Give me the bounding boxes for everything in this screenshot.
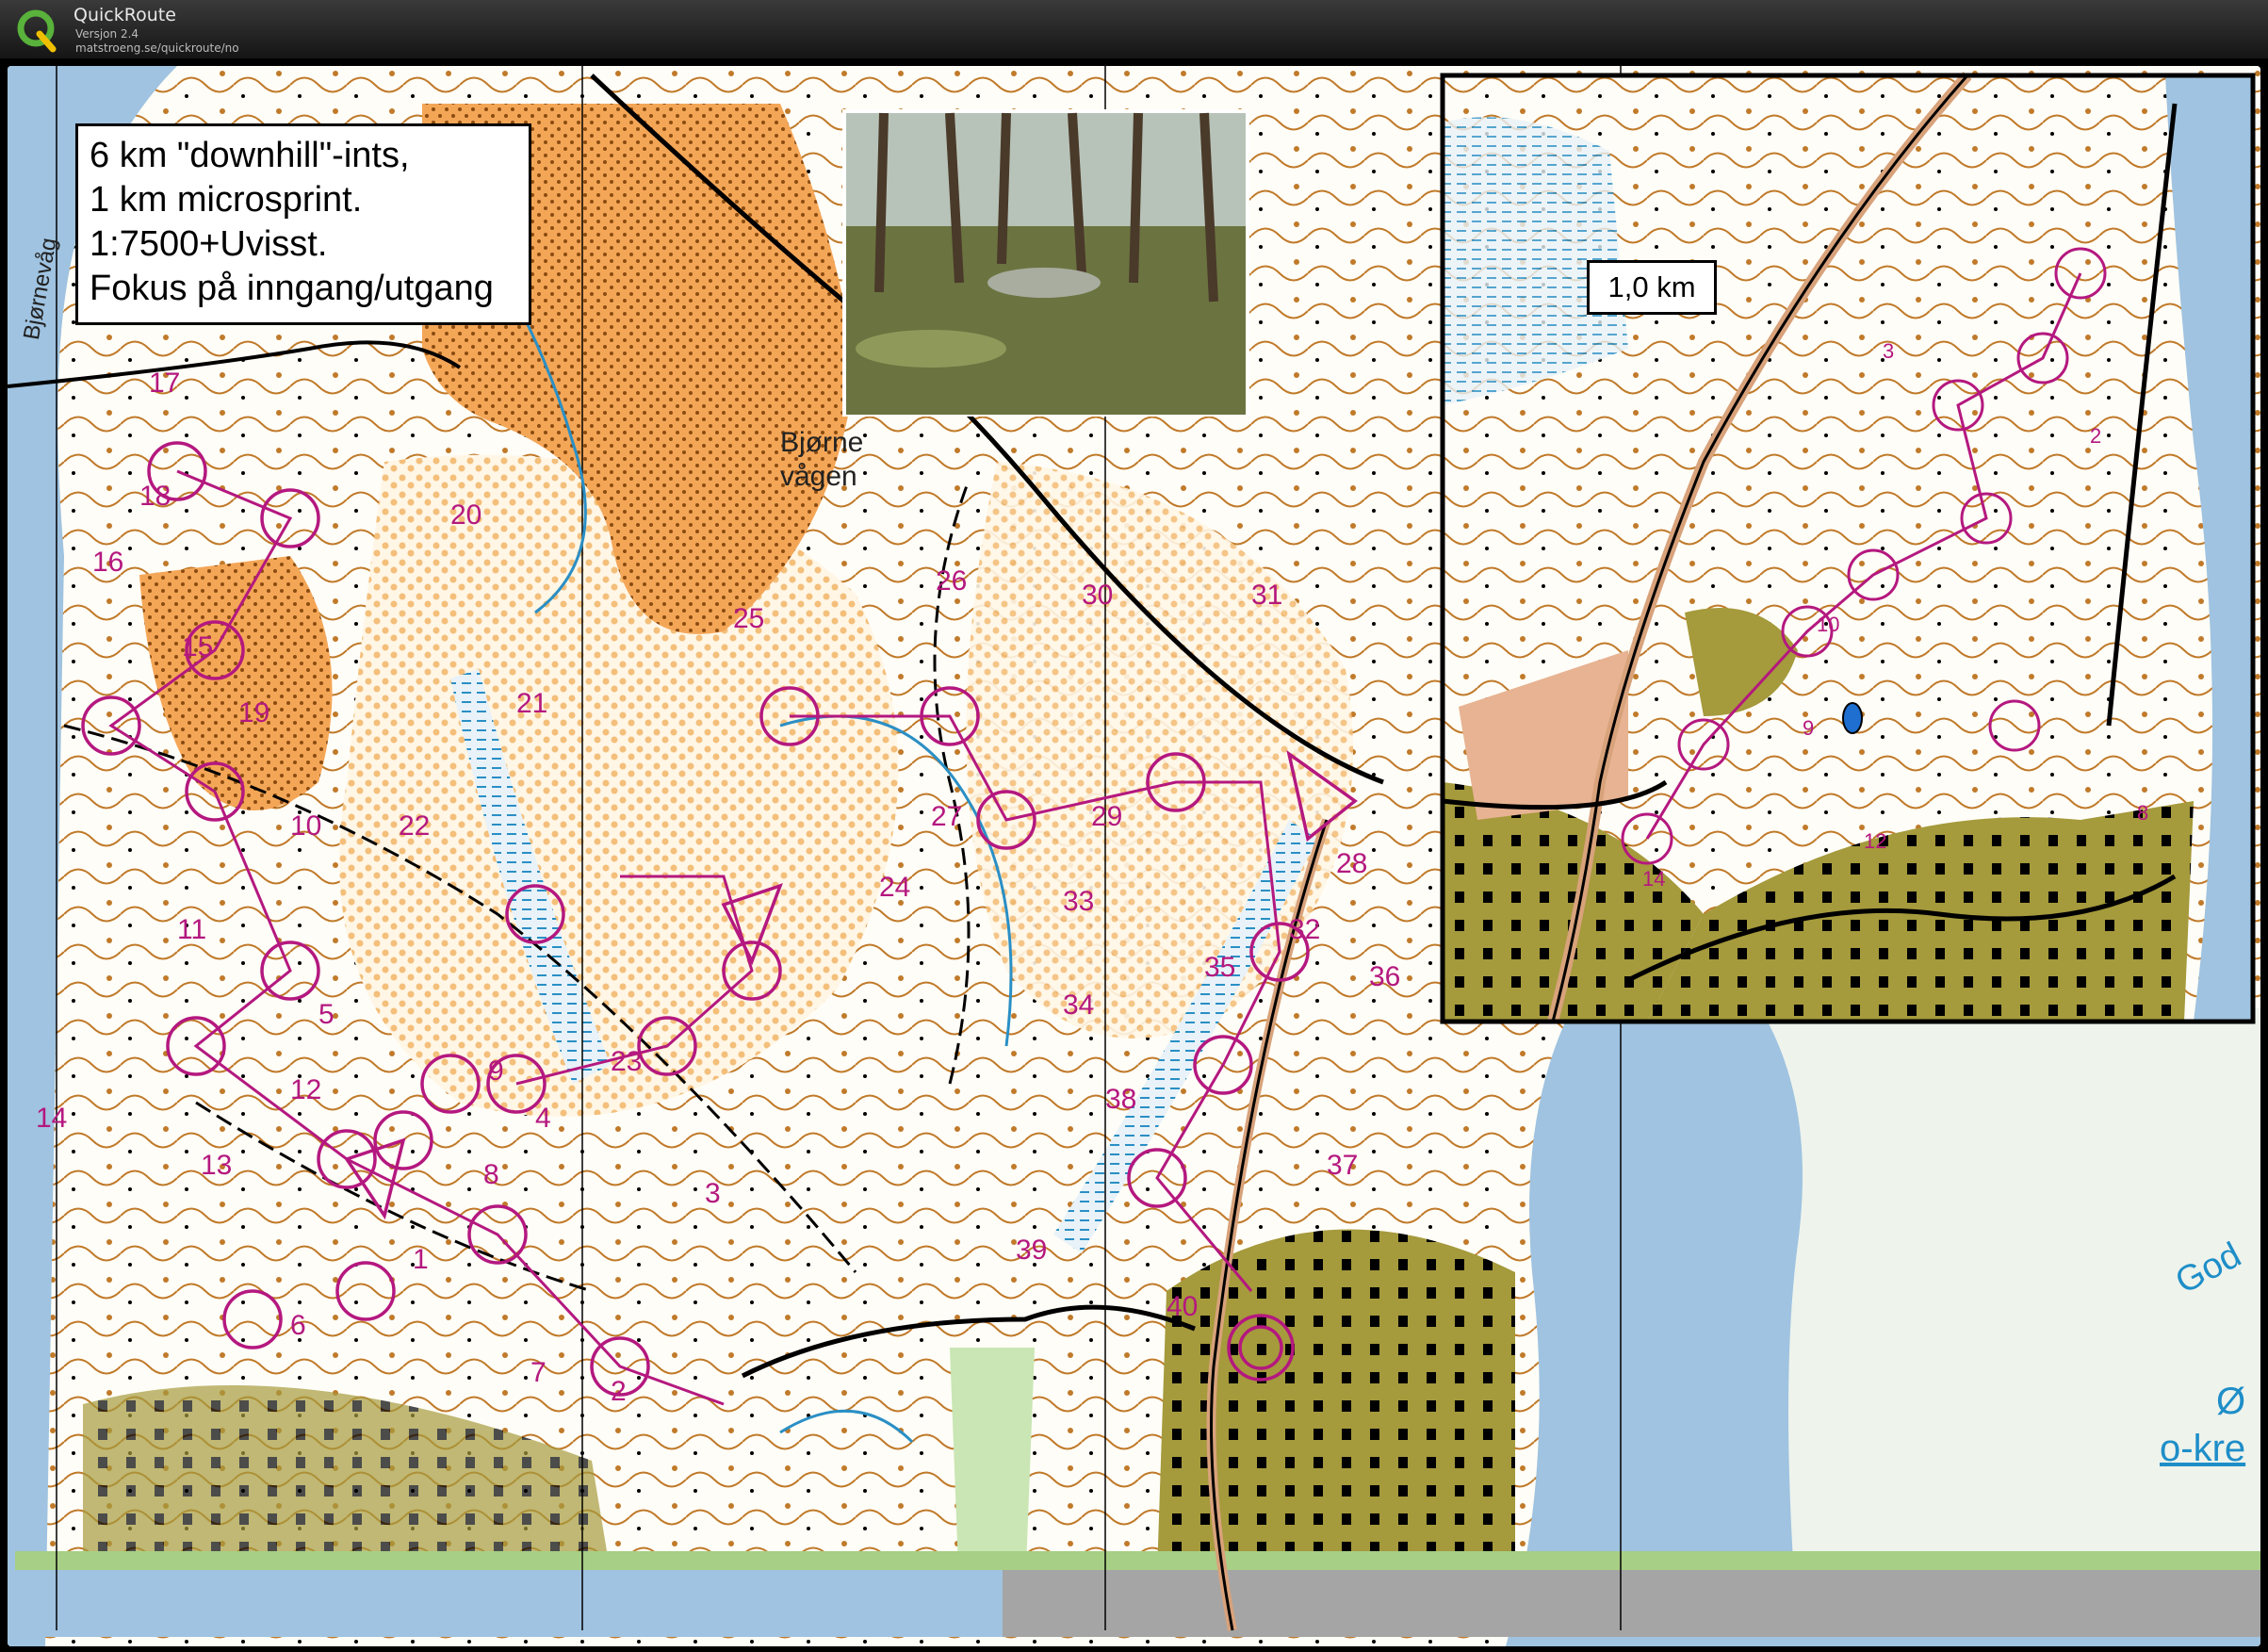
control-number: 30	[1082, 580, 1114, 611]
info-line-2: 1 km microsprint.	[90, 180, 363, 220]
control-number: 13	[201, 1150, 233, 1181]
title-bar: QuickRoute Versjon 2.4 matstroeng.se/qui…	[0, 0, 2268, 58]
control-number: 22	[399, 810, 431, 842]
control-number: 17	[149, 368, 181, 399]
control-number: 33	[1063, 886, 1095, 917]
app-url[interactable]: matstroeng.se/quickroute/no	[75, 41, 239, 55]
control-number: 11	[177, 914, 207, 945]
control-number: 3	[705, 1178, 721, 1209]
edge-text-o: Ø	[2216, 1381, 2246, 1422]
control-number: 23	[611, 1046, 643, 1077]
app-name: QuickRoute	[73, 5, 176, 25]
inset-map	[1440, 72, 2256, 1024]
info-line-1: 6 km "downhill"-ints,	[90, 136, 410, 175]
place-name-line-2: vågen	[780, 461, 857, 492]
place-name-bjornevagen: Bjørne vågen	[780, 426, 863, 494]
control-number: 29	[1091, 801, 1123, 832]
control-number: 25	[733, 603, 765, 634]
control-number: 40	[1167, 1291, 1199, 1322]
control-number: 38	[1105, 1084, 1137, 1115]
control-number: 26	[936, 565, 968, 597]
control-number: 19	[238, 697, 270, 728]
control-number: 37	[1327, 1150, 1359, 1181]
terrain-photo	[842, 109, 1249, 417]
control-number: 6	[290, 1310, 306, 1341]
control-number: 7	[530, 1357, 547, 1388]
app-version: Versjon 2.4	[75, 27, 139, 41]
control-number: 24	[879, 872, 911, 903]
control-number: 12	[290, 1074, 322, 1105]
map-view[interactable]: 6 km "downhill"-ints, 1 km microsprint. …	[8, 66, 2260, 1646]
inset-control-number: 10	[1817, 613, 1840, 636]
control-number: 14	[36, 1103, 68, 1134]
control-number: 5	[318, 999, 334, 1030]
info-line-4: Fokus på inngang/utgang	[90, 269, 494, 308]
control-number: 2	[611, 1376, 627, 1407]
quickroute-logo-icon	[17, 9, 57, 53]
control-number: 36	[1369, 961, 1401, 992]
control-number: 16	[92, 547, 124, 578]
control-number: 8	[483, 1159, 499, 1190]
control-number: 15	[182, 631, 214, 662]
control-number: 10	[290, 810, 322, 842]
control-number: 27	[931, 801, 963, 832]
control-number: 1	[413, 1244, 429, 1275]
inset-control-number: 8	[2137, 801, 2149, 825]
control-number: 21	[516, 688, 548, 719]
place-name-line-1: Bjørne	[780, 427, 864, 458]
inset-distance-label: 1,0 km	[1587, 260, 1717, 315]
control-number: 35	[1204, 952, 1236, 983]
control-number: 28	[1336, 848, 1368, 879]
control-number: 18	[139, 481, 171, 512]
control-number: 39	[1016, 1235, 1048, 1266]
course-info-box: 6 km "downhill"-ints, 1 km microsprint. …	[75, 123, 531, 325]
control-number: 20	[450, 499, 482, 531]
inset-control-number: 3	[1883, 339, 1895, 363]
control-number: 4	[535, 1103, 551, 1134]
inset-control-number: 2	[2090, 424, 2102, 448]
control-number: 9	[488, 1055, 504, 1087]
inset-control-number: 12	[1864, 829, 1887, 853]
control-number: 31	[1251, 580, 1283, 611]
control-number: 34	[1063, 990, 1095, 1021]
inset-control-number: 14	[1642, 867, 1666, 891]
info-line-3: 1:7500+Uvisst.	[90, 224, 328, 264]
control-number: 32	[1289, 914, 1321, 945]
inset-control-number: 9	[1803, 716, 1815, 740]
edge-link-okre[interactable]: o-kre	[2160, 1428, 2245, 1470]
